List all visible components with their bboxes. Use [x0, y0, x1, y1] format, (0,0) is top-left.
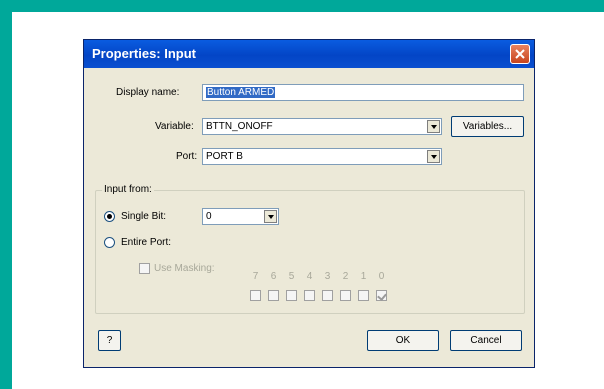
title-bar[interactable]: Properties: Input — [84, 40, 534, 68]
close-icon — [515, 49, 525, 59]
variable-select[interactable]: BTTN_ONOFF — [202, 118, 442, 135]
chevron-down-icon[interactable] — [427, 120, 440, 133]
bit-label: 6 — [270, 271, 277, 282]
use-masking-label: Use Masking: — [154, 263, 215, 274]
bit-5-checkbox[interactable] — [286, 290, 297, 301]
display-name-label: Display name: — [116, 87, 180, 98]
use-masking-checkbox[interactable] — [139, 263, 150, 274]
dialog-title: Properties: Input — [92, 46, 197, 61]
bit-label: 1 — [360, 271, 367, 282]
bit-3-checkbox[interactable] — [322, 290, 333, 301]
port-select[interactable]: PORT B — [202, 148, 442, 165]
cancel-button-label: Cancel — [470, 335, 502, 346]
port-value: PORT B — [206, 151, 243, 162]
variables-button-label: Variables... — [462, 121, 513, 132]
bit-7-checkbox[interactable] — [250, 290, 261, 301]
port-label: Port: — [176, 151, 198, 162]
variable-label: Variable: — [155, 121, 194, 132]
help-button-label: ? — [106, 335, 113, 346]
ok-button-label: OK — [395, 335, 411, 346]
entire-port-radio[interactable] — [104, 237, 115, 248]
bit-0-checkbox[interactable] — [376, 290, 387, 301]
properties-dialog: Properties: Input Display name: Button A… — [83, 39, 535, 368]
bit-label: 7 — [252, 271, 259, 282]
bit-4-checkbox[interactable] — [304, 290, 315, 301]
cancel-button[interactable]: Cancel — [450, 330, 522, 351]
single-bit-radio[interactable] — [104, 211, 115, 222]
input-from-label: Input from: — [102, 184, 154, 195]
bit-label: 5 — [288, 271, 295, 282]
bit-label: 2 — [342, 271, 349, 282]
single-bit-label: Single Bit: — [121, 211, 167, 222]
help-button[interactable]: ? — [98, 330, 121, 351]
single-bit-select[interactable]: 0 — [202, 208, 279, 225]
chevron-down-icon[interactable] — [427, 150, 440, 163]
variable-value: BTTN_ONOFF — [206, 121, 273, 132]
display-name-field[interactable]: Button ARMED — [202, 84, 524, 101]
bit-label: 0 — [378, 271, 385, 282]
ok-button[interactable]: OK — [367, 330, 439, 351]
close-button[interactable] — [510, 44, 530, 64]
bit-1-checkbox[interactable] — [358, 290, 369, 301]
variables-button[interactable]: Variables... — [451, 116, 524, 137]
bit-label: 3 — [324, 271, 331, 282]
bit-6-checkbox[interactable] — [268, 290, 279, 301]
single-bit-value: 0 — [206, 211, 212, 222]
display-name-value: Button ARMED — [206, 87, 276, 98]
chevron-down-icon[interactable] — [264, 210, 277, 223]
bit-label: 4 — [306, 271, 313, 282]
bit-2-checkbox[interactable] — [340, 290, 351, 301]
entire-port-label: Entire Port: — [121, 237, 172, 248]
